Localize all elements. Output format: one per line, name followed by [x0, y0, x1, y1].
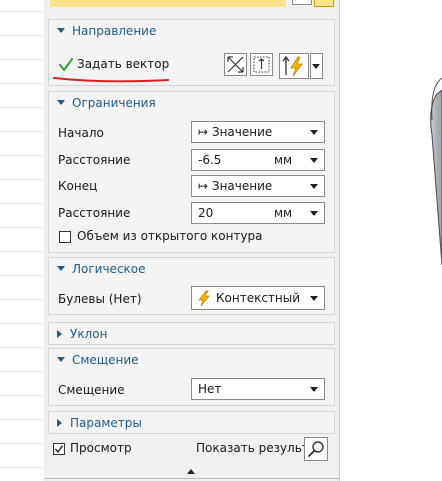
- top-tool-button[interactable]: [292, 0, 312, 5]
- list-row: [0, 371, 44, 372]
- chevron-down-icon: [310, 387, 318, 392]
- chevron-down-icon: [310, 184, 318, 189]
- distance2-input[interactable]: 20 мм: [191, 202, 325, 224]
- open-profile-label: Объем из открытого контура: [77, 229, 263, 243]
- offset-label: Смещение: [58, 383, 125, 397]
- list-row: [0, 59, 44, 60]
- params-section: Параметры: [48, 411, 335, 434]
- selection-field[interactable]: [50, 0, 286, 7]
- list-row: [0, 323, 44, 324]
- list-row: [0, 107, 44, 108]
- open-profile-checkbox[interactable]: [59, 231, 71, 243]
- preview-label: Просмотр: [70, 441, 132, 455]
- start-label: Начало: [58, 126, 104, 140]
- list-row: [0, 227, 44, 228]
- list-row: [0, 251, 44, 252]
- offset-header[interactable]: Смещение: [57, 349, 139, 371]
- distance1-label: Расстояние: [58, 153, 131, 167]
- collapse-arrow-icon: [57, 28, 65, 33]
- start-type-select[interactable]: ↦ Значение: [191, 121, 325, 143]
- limits-section: Ограничения Начало ↦ Значение Расстояние…: [48, 91, 335, 253]
- red-underline-annotation: [53, 77, 169, 83]
- list-row: [0, 203, 44, 204]
- list-row: [0, 155, 44, 156]
- chevron-down-icon: [310, 296, 318, 301]
- chevron-down-icon: [312, 64, 320, 69]
- preview-checkbox[interactable]: [53, 443, 65, 455]
- list-row: [0, 299, 44, 300]
- dotted-frame-arrow-icon: [253, 56, 270, 73]
- offset-select[interactable]: Нет: [191, 378, 325, 400]
- boolean-label: Булевы (Нет): [58, 292, 142, 306]
- direction-section: Направление Задать вектор: [48, 19, 335, 86]
- list-row: [0, 443, 44, 444]
- end-type-select[interactable]: ↦ Значение: [191, 175, 325, 197]
- collapse-panel-arrow-icon[interactable]: [187, 469, 195, 474]
- lightning-icon: [198, 290, 210, 307]
- model-viewport[interactable]: [340, 0, 442, 481]
- checkmark-icon: [54, 445, 64, 454]
- logic-section: Логическое Булевы (Нет) Контекстный: [48, 257, 335, 315]
- set-vector-link[interactable]: Задать вектор: [77, 57, 169, 71]
- expand-arrow-icon: [57, 418, 62, 427]
- draft-header[interactable]: Уклон: [57, 323, 107, 345]
- expand-arrow-icon: [57, 329, 62, 338]
- top-tool-button-active[interactable]: [314, 0, 334, 7]
- logic-header[interactable]: Логическое: [57, 258, 146, 280]
- collapse-arrow-icon: [57, 266, 65, 271]
- list-row: [0, 275, 44, 276]
- list-row: [0, 131, 44, 132]
- chevron-down-icon: [310, 130, 318, 135]
- list-row: [0, 179, 44, 180]
- limits-header[interactable]: Ограничения: [57, 92, 156, 114]
- distance2-label: Расстояние: [58, 206, 131, 220]
- reverse-direction-button[interactable]: [224, 53, 247, 76]
- chevron-down-icon: [310, 211, 318, 216]
- chevron-down-icon: [310, 158, 318, 163]
- distance1-input[interactable]: -6.5 мм: [191, 149, 325, 171]
- bar-arrow-icon: ↦: [198, 179, 209, 193]
- list-row: [0, 83, 44, 84]
- params-header[interactable]: Параметры: [57, 412, 142, 434]
- bar-arrow-icon: ↦: [198, 125, 209, 139]
- list-row: [0, 347, 44, 348]
- list-row: [0, 35, 44, 36]
- extrude-properties-panel: Направление Задать вектор Ограничения На…: [44, 0, 340, 481]
- list-row: [0, 11, 44, 12]
- direction-header[interactable]: Направление: [57, 20, 156, 42]
- left-list-strip: [0, 0, 44, 481]
- collapse-arrow-icon: [57, 357, 65, 362]
- symmetric-direction-button[interactable]: [250, 53, 273, 76]
- vector-options-button[interactable]: [279, 53, 309, 79]
- collapse-arrow-icon: [57, 100, 65, 105]
- vector-options-dropdown[interactable]: [310, 53, 323, 79]
- draft-section: Уклон: [48, 322, 335, 345]
- list-row: [0, 395, 44, 396]
- magnifier-icon: [308, 441, 324, 457]
- arrow-lightning-icon: [282, 55, 303, 77]
- end-label: Конец: [58, 179, 98, 193]
- check-icon: [59, 58, 73, 72]
- show-result-button[interactable]: [304, 437, 328, 461]
- cylinder-model: [430, 77, 442, 266]
- list-row: [0, 467, 44, 468]
- boolean-select[interactable]: Контекстный: [191, 286, 325, 310]
- panel-bottom-divider: [44, 478, 339, 479]
- diagonal-arrows-icon: [227, 56, 244, 73]
- offset-section: Смещение Смещение Нет: [48, 348, 335, 406]
- list-row: [0, 419, 44, 420]
